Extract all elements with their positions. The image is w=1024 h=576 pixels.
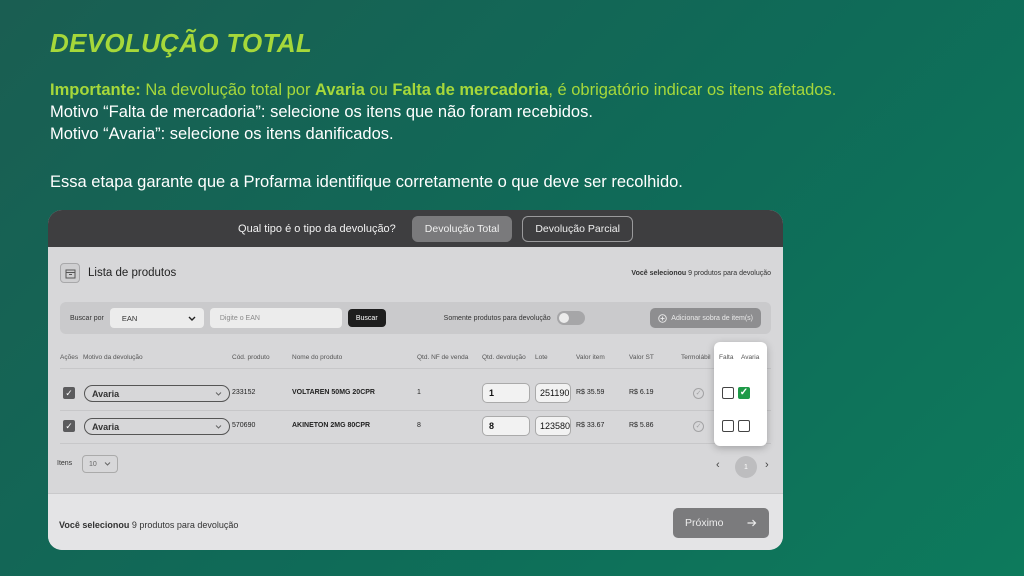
partial-return-button[interactable]: Devolução Parcial bbox=[522, 215, 633, 242]
cell-valor-st: R$ 5.86 bbox=[629, 422, 654, 429]
page-current[interactable]: 1 bbox=[735, 456, 757, 478]
cell-qtd-nf: 1 bbox=[417, 389, 421, 396]
termolabil-check-icon: ✓ bbox=[693, 388, 704, 399]
col-termolabil: Termolábil bbox=[681, 354, 711, 361]
panel-footer: Você selecionou 9 produtos para devoluçã… bbox=[48, 493, 783, 550]
search-by-select[interactable]: EAN bbox=[109, 308, 204, 328]
cell-cod: 570690 bbox=[232, 422, 256, 429]
lote-input[interactable]: 251190 bbox=[535, 383, 571, 403]
row-divider bbox=[60, 410, 771, 411]
cell-valor-st: R$ 6.19 bbox=[629, 389, 654, 396]
chevron-down-icon bbox=[104, 462, 111, 466]
falta-checkbox[interactable] bbox=[722, 387, 734, 399]
only-return-products-toggle[interactable] bbox=[556, 311, 585, 325]
col-acoes: Ações bbox=[60, 354, 79, 361]
product-list-header: Lista de produtos Você selecionou 9 prod… bbox=[60, 262, 771, 284]
product-list-title: Lista de produtos bbox=[88, 267, 177, 279]
selected-count-top: Você selecionou 9 produtos para devoluçã… bbox=[631, 269, 771, 277]
col-motivo: Motivo da devolução bbox=[83, 354, 143, 361]
items-per-page-label: Itens bbox=[57, 460, 73, 467]
cell-nome: VOLTAREN 50MG 20CPR bbox=[292, 389, 375, 396]
avaria-checkbox[interactable]: ✓ bbox=[738, 387, 750, 399]
falta-checkbox[interactable] bbox=[722, 420, 734, 432]
col-avaria: Avaria bbox=[741, 354, 760, 361]
closing-text: Essa etapa garante que a Profarma identi… bbox=[50, 173, 683, 191]
plus-circle-icon bbox=[658, 313, 668, 323]
col-qtd-dev: Qtd. devolução bbox=[482, 354, 526, 361]
chevron-down-icon bbox=[215, 424, 222, 429]
intro-line-2: Motivo “Falta de mercadoria”: selecione … bbox=[50, 103, 593, 121]
important-label: Importante: bbox=[50, 81, 141, 99]
col-valor-item: Valor item bbox=[576, 354, 605, 361]
next-button[interactable]: Próximo bbox=[673, 508, 769, 538]
termolabil-check-icon: ✓ bbox=[693, 421, 704, 432]
row-divider bbox=[60, 443, 771, 444]
col-cod: Cód. produto bbox=[232, 354, 270, 361]
lote-input[interactable]: 123580 bbox=[535, 416, 571, 436]
filter-bar: Buscar por EAN Digite o EAN Buscar Somen… bbox=[60, 302, 771, 334]
arrow-right-icon bbox=[747, 519, 757, 527]
return-type-bar: Qual tipo é o tipo da devolução? Devoluç… bbox=[48, 210, 783, 247]
row-select-checkbox[interactable]: ✓ bbox=[63, 387, 75, 399]
row-select-checkbox[interactable]: ✓ bbox=[63, 420, 75, 432]
search-by-label: Buscar por bbox=[70, 314, 104, 322]
chevron-down-icon bbox=[215, 391, 222, 396]
cell-valor-item: R$ 35.59 bbox=[576, 389, 605, 396]
qtd-devolucao-input[interactable]: 8 bbox=[482, 416, 530, 436]
cell-nome: AKINETON 2MG 80CPR bbox=[292, 422, 371, 429]
screenshot-panel: Qual tipo é o tipo da devolução? Devoluç… bbox=[48, 210, 783, 550]
cell-valor-item: R$ 33.67 bbox=[576, 422, 605, 429]
cell-cod: 233152 bbox=[232, 389, 256, 396]
intro-line-3: Motivo “Avaria”: selecione os itens dani… bbox=[50, 125, 394, 143]
chevron-left-icon[interactable]: ‹ bbox=[716, 459, 720, 471]
return-type-question: Qual tipo é o tipo da devolução? bbox=[238, 222, 396, 235]
col-valor-st: Valor ST bbox=[629, 354, 654, 361]
col-falta: Falta bbox=[719, 354, 734, 361]
items-per-page-select[interactable]: 10 bbox=[82, 455, 118, 473]
col-qtd-nf: Qtd. NF de venda bbox=[417, 354, 469, 361]
search-button[interactable]: Buscar bbox=[347, 309, 386, 327]
motivo-select[interactable]: Avaria bbox=[84, 385, 230, 402]
avaria-checkbox[interactable] bbox=[738, 420, 750, 432]
motivo-select[interactable]: Avaria bbox=[84, 418, 230, 435]
ean-input[interactable]: Digite o EAN bbox=[209, 308, 342, 328]
row-divider bbox=[60, 368, 771, 369]
slide-title: DEVOLUÇÃO TOTAL bbox=[50, 28, 313, 58]
chevron-right-icon[interactable]: › bbox=[765, 459, 769, 471]
selected-count-bottom: Você selecionou 9 produtos para devoluçã… bbox=[59, 520, 239, 530]
col-lote: Lote bbox=[535, 354, 548, 361]
box-icon bbox=[60, 263, 80, 283]
intro-line-1: Importante: Na devolução total por Avari… bbox=[50, 81, 837, 99]
col-nome: Nome do produto bbox=[292, 354, 343, 361]
cell-qtd-nf: 8 bbox=[417, 422, 421, 429]
only-return-products-label: Somente produtos para devolução bbox=[443, 314, 551, 322]
add-surplus-button[interactable]: Adicionar sobra de item(s) bbox=[650, 308, 761, 328]
qtd-devolucao-input[interactable]: 1 bbox=[482, 383, 530, 403]
intro-text: Importante: Na devolução total por Avari… bbox=[50, 79, 980, 145]
chevron-down-icon bbox=[188, 316, 196, 321]
falta-avaria-highlight: Falta Avaria ✓ bbox=[714, 342, 767, 446]
total-return-button[interactable]: Devolução Total bbox=[411, 215, 513, 242]
